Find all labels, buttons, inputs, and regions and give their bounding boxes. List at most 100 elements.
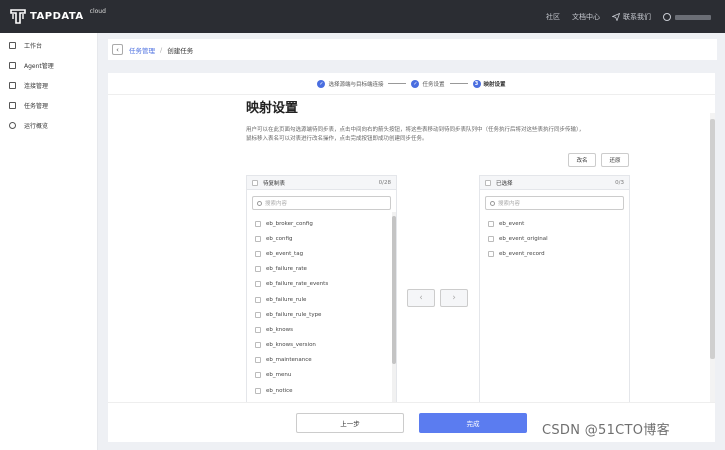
list-item[interactable]: eb_event_tag (247, 246, 396, 261)
step-1: ✓ 选择源端与目标端连接 (317, 79, 383, 88)
watermark: CSDN @51CTO博客 (542, 423, 670, 438)
connection-icon (9, 81, 16, 89)
item-checkbox[interactable] (255, 357, 261, 364)
tapdata-logo-icon (10, 9, 26, 24)
list-item[interactable]: eb_failure_rule_type (247, 307, 396, 322)
select-all-checkbox[interactable] (252, 179, 258, 186)
target-panel-header: 已选择 0/3 (480, 176, 629, 190)
page-title: 映射设置 (246, 101, 299, 116)
item-label: eb_broker_config (266, 220, 313, 227)
finish-button[interactable]: 完成 (419, 413, 527, 433)
breadcrumb-parent[interactable]: 任务管理 (129, 45, 155, 55)
nav-community[interactable]: 社区 (546, 12, 560, 22)
list-item[interactable]: eb_maintenance (247, 353, 396, 368)
step-progress: ✓ 选择源端与目标端连接 ✓ 任务设置 3 映射设置 (108, 73, 715, 95)
list-item[interactable]: eb_failure_rate_events (247, 277, 396, 292)
top-nav: 社区 文档中心 联系我们 (546, 12, 711, 22)
card-scrollbar-thumb[interactable] (710, 119, 715, 359)
restore-button[interactable]: 还原 (601, 153, 629, 167)
item-checkbox[interactable] (255, 296, 261, 303)
move-left-button[interactable]: ‹ (407, 289, 435, 307)
item-label: eb_menu (266, 372, 292, 379)
user-menu[interactable] (663, 13, 711, 21)
item-label: eb_failure_rate (266, 266, 307, 273)
list-item[interactable]: eb_notice (247, 383, 396, 398)
list-item[interactable]: eb_failure_rate (247, 262, 396, 277)
step-3: 3 映射设置 (472, 79, 506, 88)
target-search-input[interactable]: 搜索内容 (485, 196, 624, 210)
target-table-panel: 已选择 0/3 搜索内容 eb_event eb_event_original … (479, 175, 630, 403)
sidebar-item-tasks[interactable]: 任务管理 (0, 95, 97, 115)
check-icon: ✓ (317, 79, 326, 88)
move-right-button[interactable]: › (440, 289, 468, 307)
breadcrumb-current: 创建任务 (167, 46, 194, 55)
source-table-panel: 待复制表 0/28 搜索内容 eb_broker_config eb_confi… (246, 175, 397, 403)
mapping-card: ✓ 选择源端与目标端连接 ✓ 任务设置 3 映射设置 映射设置 用户可以在此页面… (108, 73, 715, 442)
item-label: eb_notice (266, 387, 293, 394)
sidebar-item-overview[interactable]: 运行概览 (0, 115, 97, 135)
search-icon (490, 200, 495, 206)
list-item[interactable]: eb_config (247, 231, 396, 246)
back-button[interactable]: ‹ (112, 44, 123, 55)
sidebar-item-label: 运行概览 (24, 122, 49, 130)
breadcrumb: ‹ 任务管理 / 创建任务 (108, 39, 717, 60)
user-icon (663, 13, 671, 21)
list-item[interactable]: eb_broker_config (247, 216, 396, 231)
nav-contact[interactable]: 联系我们 (612, 12, 651, 22)
source-search-input[interactable]: 搜索内容 (252, 196, 391, 210)
list-item[interactable]: eb_event (480, 216, 629, 231)
sidebar-item-label: Agent管理 (24, 62, 54, 70)
sidebar-item-connections[interactable]: 连接管理 (0, 75, 97, 95)
task-icon (9, 101, 16, 109)
item-checkbox[interactable] (255, 220, 261, 227)
sidebar-item-dashboard[interactable]: 工作台 (0, 35, 97, 55)
item-label: eb_knows (266, 326, 294, 333)
item-checkbox[interactable] (255, 387, 261, 394)
sidebar-item-agent[interactable]: Agent管理 (0, 55, 97, 75)
item-checkbox[interactable] (255, 326, 261, 333)
item-checkbox[interactable] (488, 235, 494, 242)
logo[interactable]: TAPDATA cloud (10, 8, 106, 24)
item-label: eb_config (266, 235, 293, 242)
item-checkbox[interactable] (255, 235, 261, 242)
sidebar: 工作台 Agent管理 连接管理 任务管理 运行概览 (0, 33, 98, 450)
nav-docs[interactable]: 文档中心 (572, 12, 600, 22)
source-panel-title: 待复制表 (263, 180, 286, 187)
source-scrollbar-thumb[interactable] (392, 216, 396, 364)
item-label: eb_event_original (499, 235, 548, 242)
list-item[interactable]: eb_knows (247, 322, 396, 337)
step-number: 3 (472, 79, 481, 88)
step-label: 任务设置 (422, 81, 445, 88)
search-icon (257, 200, 262, 206)
item-label: eb_event (499, 220, 525, 227)
step-label: 映射设置 (483, 81, 506, 88)
list-item[interactable]: eb_event_original (480, 231, 629, 246)
agent-icon (9, 61, 16, 69)
item-label: eb_failure_rule_type (266, 311, 322, 318)
item-checkbox[interactable] (255, 372, 261, 379)
list-item[interactable]: eb_knows_version (247, 338, 396, 353)
logo-text: TAPDATA (30, 11, 84, 22)
list-item[interactable]: eb_event_record (480, 246, 629, 261)
item-checkbox[interactable] (488, 250, 494, 257)
item-checkbox[interactable] (255, 266, 261, 273)
search-placeholder: 搜索内容 (265, 201, 288, 207)
item-checkbox[interactable] (255, 281, 261, 288)
user-name-redacted (675, 14, 711, 20)
previous-step-button[interactable]: 上一步 (296, 413, 404, 433)
item-checkbox[interactable] (255, 342, 261, 349)
item-checkbox[interactable] (255, 311, 261, 318)
page-description: 用户可以在此页面勾选源端待同步表，点击中间向右的箭头按钮，将这些表移动到待同步表… (246, 127, 585, 142)
select-all-checkbox[interactable] (485, 179, 491, 186)
chevron-right-icon: › (452, 293, 456, 303)
search-placeholder: 搜索内容 (498, 201, 521, 207)
step-divider (449, 83, 468, 84)
list-item[interactable]: eb_failure_rule (247, 292, 396, 307)
source-panel-header: 待复制表 0/28 (247, 176, 396, 190)
item-checkbox[interactable] (488, 220, 494, 227)
item-label: eb_knows_version (266, 342, 316, 349)
step-2: ✓ 任务设置 (411, 79, 445, 88)
rename-button[interactable]: 改名 (568, 153, 596, 167)
list-item[interactable]: eb_menu (247, 368, 396, 383)
item-checkbox[interactable] (255, 250, 261, 257)
